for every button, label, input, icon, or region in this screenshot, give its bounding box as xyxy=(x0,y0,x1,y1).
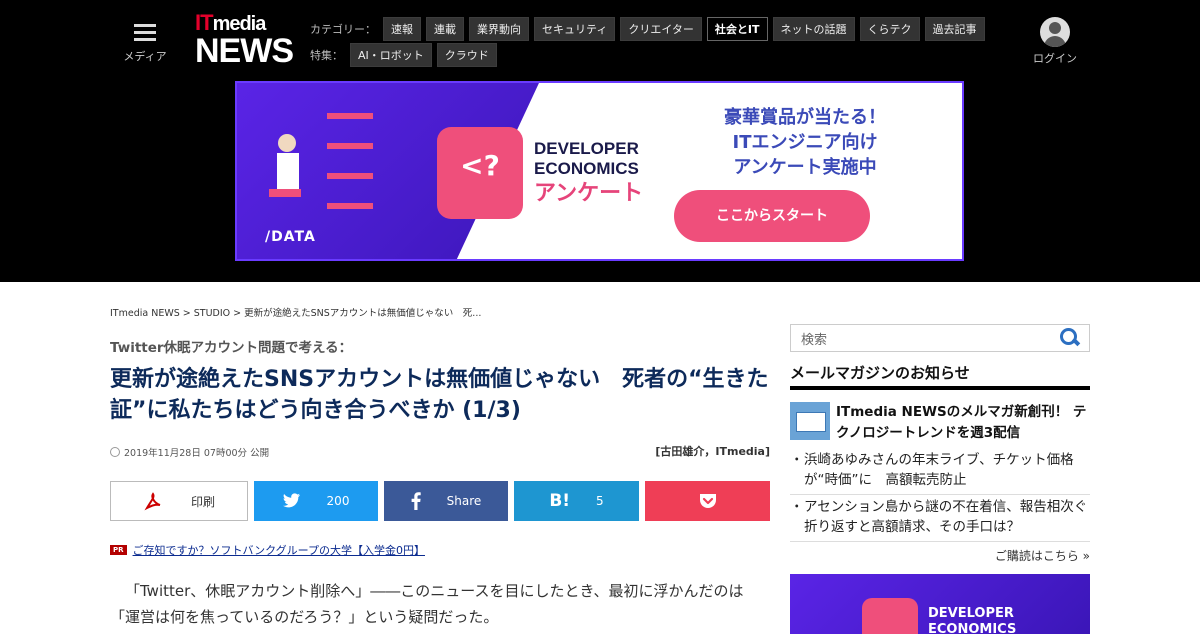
sponsor-logo: /DATA xyxy=(265,229,316,245)
category-tab[interactable]: クリエイター xyxy=(620,17,702,41)
twitter-share-button[interactable]: 200 xyxy=(254,481,378,521)
author-byline: [古田雄介，ITmedia] xyxy=(655,445,770,458)
user-avatar-icon xyxy=(1040,17,1070,47)
login-button[interactable]: ログイン xyxy=(1028,17,1082,66)
subscribe-link[interactable]: ご購読はこちら » xyxy=(790,547,1090,564)
hatena-count: 5 xyxy=(596,494,604,508)
pdf-icon xyxy=(144,492,161,511)
banner-ad[interactable]: /DATA <? DEVELOPER ECONOMICS アンケート 豪華賞品が… xyxy=(235,81,964,261)
category-tab[interactable]: くらテク xyxy=(859,17,920,41)
category-tab[interactable]: 業界動向 xyxy=(469,17,529,41)
mail-magazine-featured[interactable]: ITmedia NEWSのメルマガ新創刊！ テクノロジートレンドを週3配信 xyxy=(790,402,1090,444)
hatena-b-icon: B! xyxy=(549,491,571,511)
pr-link[interactable]: PR ご存知ですか？ソフトバンクグループの大学【入学金0円】 xyxy=(110,542,425,558)
category-tab[interactable]: 過去記事 xyxy=(924,17,985,41)
mail-magazine-featured-text[interactable]: ITmedia NEWSのメルマガ新創刊！ テクノロジートレンドを週3配信 xyxy=(836,402,1090,444)
category-nav: カテゴリー： 速報 連載 業界動向 セキュリティ クリエイター 社会とIT ネッ… xyxy=(310,17,985,41)
logo-news-text: NEWS xyxy=(195,32,294,70)
mail-envelope-icon xyxy=(790,402,830,440)
twitter-bird-icon xyxy=(282,493,300,508)
banner-brand: DEVELOPER ECONOMICS アンケート xyxy=(534,139,644,205)
banner-headline: 豪華賞品が当たる！ ITエンジニア向け アンケート実施中 xyxy=(724,107,886,178)
logo-itmedia-text: ITmedia xyxy=(195,10,266,35)
publish-date: 2019年11月28日 07時00分 公開 xyxy=(110,445,269,459)
article-kicker: Twitter休眠アカウント問題で考える： xyxy=(110,340,353,356)
category-tab-active[interactable]: 社会とIT xyxy=(706,17,768,41)
twitter-count: 200 xyxy=(326,494,350,508)
article-body: 「Twitter、休眠アカウント削除へ」――このニュースを目にしたとき、最初に浮… xyxy=(110,582,744,626)
facebook-f-icon xyxy=(411,492,421,510)
print-button[interactable]: 印刷 xyxy=(110,481,248,521)
pr-badge: PR xyxy=(110,545,127,555)
search-icon[interactable] xyxy=(1059,327,1081,349)
mail-magazine-item[interactable]: アセンション島から謎の不在着信、報告相次ぐ 折り返すと高額請求、その手口は？ xyxy=(790,497,1101,542)
feature-tab[interactable]: AI・ロボット xyxy=(350,43,432,67)
pocket-save-button[interactable] xyxy=(645,481,770,521)
category-tab[interactable]: セキュリティ xyxy=(534,17,616,41)
clock-icon xyxy=(110,447,120,457)
banner-cta-button[interactable]: ここからスタート xyxy=(674,190,870,242)
category-tab[interactable]: 速報 xyxy=(383,17,421,41)
site-header: メディア ITmedia NEWS カテゴリー： 速報 連載 業界動向 セキュリ… xyxy=(0,0,1200,282)
hatena-bookmark-button[interactable]: B! 5 xyxy=(514,481,639,521)
feature-tab[interactable]: クラウド xyxy=(436,43,497,67)
share-buttons: 印刷 200 Share B! 5 xyxy=(110,481,770,521)
developer-economics-logo-icon xyxy=(862,598,918,634)
media-menu-button[interactable]: メディア xyxy=(118,20,172,64)
pocket-icon xyxy=(699,494,716,508)
person-checklist-illustration xyxy=(269,113,373,209)
developer-economics-logo-icon: <? xyxy=(437,127,523,219)
pr-link-text[interactable]: ご存知ですか？ソフトバンクグループの大学【入学金0円】 xyxy=(133,542,425,558)
category-tab[interactable]: ネットの話題 xyxy=(772,17,855,41)
media-menu-label: メディア xyxy=(123,50,167,63)
login-label: ログイン xyxy=(1033,52,1077,65)
facebook-share-button[interactable]: Share xyxy=(384,481,508,521)
mail-magazine-heading: メールマガジンのお知らせ xyxy=(790,362,1090,390)
article-title: 更新が途絶えたSNSアカウントは無価値じゃない 死者の“生きた証”に私たちはどう… xyxy=(110,367,769,423)
search-input[interactable]: 検索 xyxy=(801,329,1059,348)
category-tab[interactable]: 連載 xyxy=(426,17,464,41)
breadcrumb[interactable]: ITmedia NEWS > STUDIO > 更新が途絶えたSNSアカウントは… xyxy=(110,305,481,319)
sidebar-ad[interactable]: DEVELOPER ECONOMICS xyxy=(790,574,1090,634)
search-box[interactable]: 検索 xyxy=(790,324,1090,352)
category-label: カテゴリー： xyxy=(310,23,376,36)
feature-label: 特集： xyxy=(310,49,343,62)
itmedia-news-logo[interactable]: ITmedia NEWS xyxy=(195,10,295,71)
feature-nav: 特集： AI・ロボット クラウド xyxy=(310,43,497,67)
hamburger-icon xyxy=(134,24,156,42)
mail-magazine-item[interactable]: 浜崎あゆみさんの年末ライブ、チケット価格が“時価”に 高額転売防止 xyxy=(790,450,1090,495)
